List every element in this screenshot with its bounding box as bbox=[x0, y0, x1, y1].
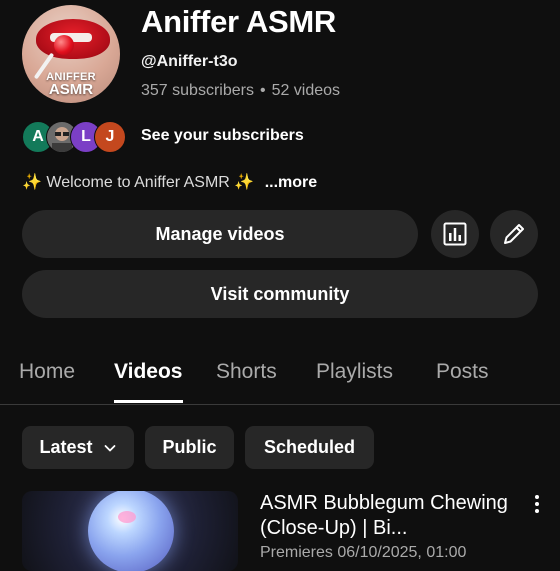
more-options-icon[interactable] bbox=[527, 492, 547, 516]
filter-scheduled-chip[interactable]: Scheduled bbox=[245, 426, 374, 469]
tab-videos[interactable]: Videos bbox=[114, 360, 182, 384]
see-subscribers-link[interactable]: See your subscribers bbox=[141, 127, 304, 145]
chevron-down-icon bbox=[104, 444, 115, 451]
subscriber-count: 357 subscribers bbox=[141, 82, 254, 99]
tab-playlists[interactable]: Playlists bbox=[316, 360, 393, 384]
sort-dropdown[interactable]: Latest bbox=[22, 426, 134, 469]
avatar-logo-text-asmr: ASMR bbox=[48, 81, 94, 98]
subscriber-avatar: J bbox=[94, 121, 126, 153]
sort-label: Latest bbox=[39, 437, 93, 457]
channel-tabs: Home Videos Shorts Playlists Posts bbox=[0, 350, 560, 405]
video-count: 52 videos bbox=[271, 82, 341, 99]
lollipop-icon bbox=[54, 35, 74, 55]
stats-separator: • bbox=[259, 82, 266, 99]
channel-handle: @Aniffer-t3o bbox=[141, 53, 238, 70]
tab-home[interactable]: Home bbox=[19, 360, 75, 384]
manage-videos-button[interactable]: Manage videos bbox=[22, 210, 418, 258]
video-premiere-info: Premieres 06/10/2025, 01:00 bbox=[260, 544, 467, 561]
subscriber-avatars[interactable]: A L J bbox=[22, 121, 132, 153]
tab-shorts[interactable]: Shorts bbox=[216, 360, 277, 384]
channel-description[interactable]: ✨ Welcome to Aniffer ASMR ✨ ...more bbox=[22, 172, 317, 192]
edit-channel-button[interactable] bbox=[490, 210, 538, 258]
sparkle-icon: ✨ bbox=[22, 174, 42, 191]
pencil-icon bbox=[504, 224, 524, 244]
description-text: Welcome to Aniffer ASMR bbox=[46, 174, 230, 191]
analytics-button[interactable] bbox=[431, 210, 479, 258]
visit-community-button[interactable]: Visit community bbox=[22, 270, 538, 318]
bubble-highlight-graphic bbox=[118, 511, 136, 523]
sparkle-icon: ✨ bbox=[234, 174, 255, 191]
analytics-icon bbox=[443, 222, 467, 246]
more-link[interactable]: ...more bbox=[265, 174, 317, 191]
bubblegum-bubble-graphic bbox=[88, 491, 174, 571]
channel-avatar[interactable]: ANIFFER ASMR bbox=[22, 5, 120, 103]
active-tab-indicator bbox=[114, 400, 183, 403]
video-title[interactable]: ASMR Bubblegum Chewing (Close-Up) | Bi..… bbox=[260, 491, 520, 541]
channel-name: Aniffer ASMR bbox=[141, 4, 337, 39]
video-thumbnail[interactable] bbox=[22, 491, 238, 571]
filter-public-chip[interactable]: Public bbox=[145, 426, 234, 469]
channel-stats: 357 subscribers • 52 videos bbox=[141, 82, 340, 100]
tab-posts[interactable]: Posts bbox=[436, 360, 489, 384]
